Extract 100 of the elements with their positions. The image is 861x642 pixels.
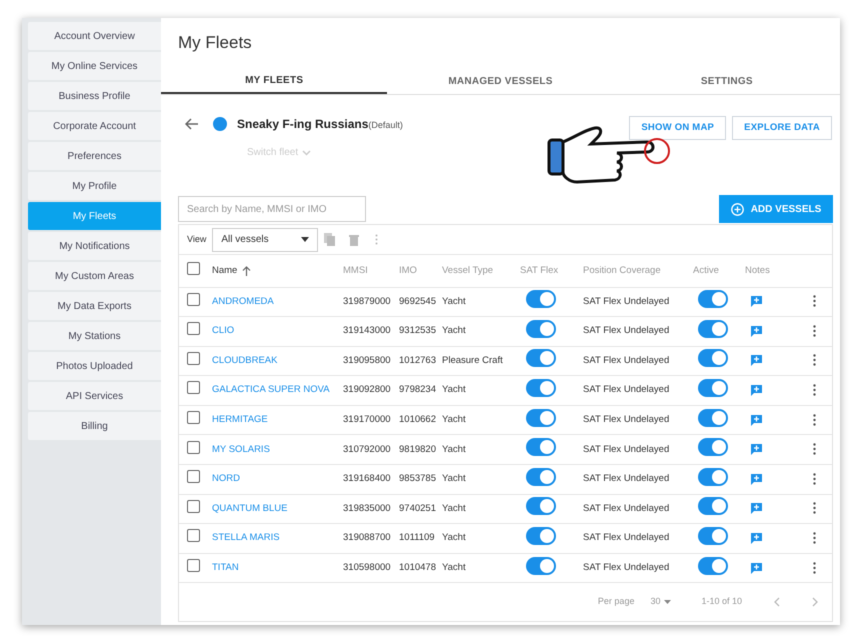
checkbox[interactable] [187, 262, 200, 275]
previous-page-icon[interactable] [774, 597, 780, 608]
page-title: My Fleets [177, 32, 253, 54]
toggle-switch[interactable] [698, 349, 728, 368]
add-note-icon[interactable] [751, 444, 762, 456]
tab[interactable]: MANAGED VESSELS [387, 68, 614, 94]
vessel-name-link[interactable]: CLOUDBREAK [212, 354, 278, 366]
table-cell: Yacht [442, 325, 466, 336]
sidebar-item[interactable]: My Data Exports [28, 292, 161, 320]
toggle-switch[interactable] [698, 468, 728, 486]
copy-icon[interactable] [324, 233, 336, 246]
more-icon[interactable] [813, 532, 816, 544]
more-icon[interactable] [813, 472, 816, 485]
vessel-name-link[interactable]: TITAN [212, 562, 239, 574]
checkbox[interactable] [187, 411, 200, 424]
more-icon[interactable] [813, 562, 816, 574]
table-cell: SAT Flex Undelayed [583, 325, 670, 336]
sidebar-item[interactable]: My Notifications [28, 232, 161, 260]
more-icon[interactable] [813, 502, 816, 514]
sidebar-item[interactable]: Billing [28, 412, 161, 440]
vessel-name-link[interactable]: ANDROMEDA [212, 296, 274, 307]
toggle-switch[interactable] [526, 468, 556, 486]
checkbox[interactable] [187, 470, 200, 484]
table-cell: SAT Flex Undelayed [583, 502, 670, 514]
more-icon[interactable] [813, 295, 816, 308]
add-note-icon[interactable] [751, 414, 762, 426]
vessel-name-link[interactable]: STELLA MARIS [212, 532, 280, 544]
toggle-switch[interactable] [526, 320, 556, 338]
vessel-name-link[interactable]: MY SOLARIS [212, 444, 270, 455]
action-button[interactable]: SHOW ON MAP [629, 116, 726, 140]
vessel-name-link[interactable]: GALACTICA SUPER NOVA [212, 384, 330, 396]
table-cell: Yacht [442, 296, 466, 307]
sidebar-item[interactable]: My Profile [28, 172, 161, 200]
toggle-switch[interactable] [698, 556, 728, 575]
add-note-icon[interactable] [751, 326, 762, 337]
add-note-icon[interactable] [751, 503, 762, 514]
more-icon[interactable] [813, 324, 816, 337]
toggle-switch[interactable] [698, 408, 728, 427]
toggle-switch[interactable] [698, 497, 728, 516]
checkbox[interactable] [187, 322, 200, 336]
more-icon[interactable] [813, 384, 816, 396]
search-field[interactable]: Search by Name, MMSI or IMO [178, 196, 366, 222]
checkbox[interactable] [187, 500, 200, 513]
toggle-switch[interactable] [698, 438, 728, 456]
toggle-switch[interactable] [526, 349, 556, 368]
toggle-switch[interactable] [526, 378, 556, 397]
sidebar-item[interactable]: My Stations [28, 322, 161, 350]
vessel-name-link[interactable]: QUANTUM BLUE [212, 502, 288, 514]
vessel-name-link[interactable]: CLIO [212, 325, 234, 336]
vessel-name-link[interactable]: NORD [212, 473, 240, 484]
checkbox[interactable] [187, 381, 200, 394]
sidebar-item[interactable]: Corporate Account [28, 112, 161, 140]
add-vessels-button[interactable]: ADD VESSELS [719, 195, 833, 223]
sidebar-item[interactable]: My Custom Areas [28, 262, 161, 290]
toggle-switch[interactable] [526, 526, 556, 545]
sidebar-item[interactable]: My Online Services [28, 52, 161, 80]
sidebar-item[interactable]: API Services [28, 382, 161, 410]
sidebar-item[interactable]: Business Profile [28, 82, 161, 110]
add-note-icon[interactable] [751, 385, 762, 396]
toggle-switch[interactable] [698, 320, 728, 338]
table-cell: 319170000 [343, 414, 391, 426]
view-dropdown[interactable]: All vessels [212, 228, 318, 252]
add-note-icon[interactable] [751, 533, 762, 544]
toggle-switch[interactable] [698, 526, 728, 545]
toggle-switch[interactable] [698, 290, 728, 308]
vessel-name-link[interactable]: HERMITAGE [212, 414, 268, 426]
checkbox[interactable] [187, 559, 200, 572]
more-icon[interactable] [813, 414, 816, 426]
checkbox[interactable] [187, 352, 200, 365]
add-note-icon[interactable] [751, 562, 762, 574]
toggle-switch[interactable] [526, 556, 556, 575]
action-button[interactable]: EXPLORE DATA [732, 116, 832, 140]
add-note-icon[interactable] [751, 296, 762, 308]
toggle-switch[interactable] [526, 497, 556, 516]
trash-icon[interactable] [349, 234, 360, 246]
toggle-switch[interactable] [526, 408, 556, 427]
sidebar-item[interactable]: Photos Uploaded [28, 352, 161, 380]
checkbox[interactable] [187, 529, 200, 542]
tab[interactable]: MY FLEETS [161, 68, 388, 94]
toggle-switch[interactable] [526, 438, 556, 456]
more-icon[interactable] [813, 354, 816, 366]
table-cell: SAT Flex Undelayed [583, 414, 670, 426]
checkbox[interactable] [187, 292, 200, 306]
more-icon[interactable] [813, 443, 816, 456]
chevron-down-icon [302, 150, 312, 156]
checkbox[interactable] [187, 440, 200, 454]
back-arrow-icon[interactable] [185, 118, 199, 130]
sort-up-icon[interactable] [242, 266, 252, 276]
table-cell: Pleasure Craft [442, 354, 503, 366]
add-note-icon[interactable] [751, 474, 762, 485]
caret-icon [301, 237, 310, 242]
tab[interactable]: SETTINGS [614, 68, 840, 94]
next-page-icon[interactable] [812, 597, 818, 608]
toggle-switch[interactable] [698, 378, 728, 397]
sidebar-item[interactable]: Account Overview [28, 22, 161, 50]
sidebar-item[interactable]: Preferences [28, 142, 161, 170]
add-note-icon[interactable] [751, 355, 762, 366]
column-header[interactable]: Name [212, 264, 238, 278]
column-header: Position Coverage [583, 264, 661, 276]
toggle-switch[interactable] [526, 290, 556, 308]
